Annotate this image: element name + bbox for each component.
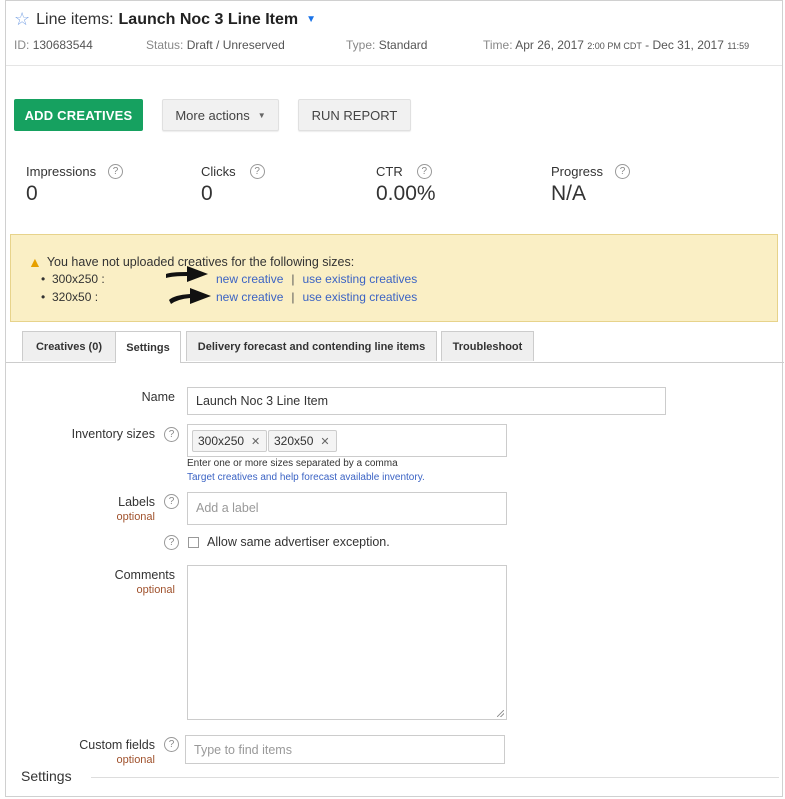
id-meta: ID: 130683544 xyxy=(14,38,93,52)
help-icon[interactable]: ? xyxy=(164,427,179,442)
type-label: Type: xyxy=(346,38,376,52)
page-title[interactable]: Launch Noc 3 Line Item xyxy=(119,11,299,29)
tab-troubleshoot[interactable]: Troubleshoot xyxy=(441,331,534,361)
id-value: 130683544 xyxy=(32,38,93,52)
comments-textarea[interactable] xyxy=(187,565,507,720)
help-icon[interactable]: ? xyxy=(416,164,432,179)
help-icon[interactable]: ? xyxy=(164,535,179,550)
section-divider xyxy=(91,777,779,778)
missing-size-row: • 300x250 : xyxy=(41,272,105,286)
labels-placeholder: Add a label xyxy=(196,501,259,515)
missing-size-row: • 320x50 : xyxy=(41,290,99,304)
add-creatives-button[interactable]: ADD CREATIVES xyxy=(14,99,143,131)
caret-down-icon[interactable]: ▼ xyxy=(306,14,316,25)
line-item-panel: ☆ Line items: Launch Noc 3 Line Item ▼ I… xyxy=(5,0,784,797)
id-label: ID: xyxy=(14,38,30,52)
time-start-date: Apr 26, 2017 xyxy=(515,38,584,52)
help-icon[interactable]: ? xyxy=(249,164,265,179)
settings-section-heading: Settings xyxy=(21,768,72,784)
tab-settings[interactable]: Settings xyxy=(115,331,181,363)
inventory-help-link[interactable]: Target creatives and help forecast avail… xyxy=(187,472,425,483)
use-existing-creatives-link[interactable]: use existing creatives xyxy=(303,290,418,304)
inventory-sizes-input[interactable]: 300x250 ✕ 320x50 ✕ xyxy=(187,424,507,457)
help-icon[interactable]: ? xyxy=(108,164,124,179)
inventory-sizes-label: Inventory sizes xyxy=(71,427,155,441)
name-input[interactable]: Launch Noc 3 Line Item xyxy=(187,387,666,415)
optional-hint: optional xyxy=(116,754,155,766)
new-creative-link[interactable]: new creative xyxy=(216,272,283,286)
new-creative-link[interactable]: new creative xyxy=(216,290,283,304)
close-icon[interactable]: ✕ xyxy=(320,435,329,448)
time-label: Time: xyxy=(483,38,513,52)
allow-exception-label[interactable]: Allow same advertiser exception. xyxy=(207,535,390,549)
size-chip-label: 320x50 xyxy=(274,434,314,448)
status-value: Draft / Unreserved xyxy=(186,38,285,52)
help-icon[interactable]: ? xyxy=(164,494,179,509)
stat-ctr: CTR? 0.00% xyxy=(376,164,436,206)
comments-label: Comments xyxy=(114,568,175,582)
caret-down-icon: ▼ xyxy=(257,110,266,120)
link-separator: | xyxy=(291,272,295,286)
missing-creatives-warning: ▲ You have not uploaded creatives for th… xyxy=(10,234,778,322)
arrow-right-icon xyxy=(169,288,211,304)
status-label: Status: xyxy=(146,38,184,52)
size-chip: 300x250 ✕ xyxy=(192,430,268,452)
size-label: 300x250 : xyxy=(52,272,105,286)
help-icon[interactable]: ? xyxy=(164,737,179,752)
close-icon[interactable]: ✕ xyxy=(251,435,260,448)
optional-hint: optional xyxy=(136,584,175,596)
size-chip-label: 300x250 xyxy=(198,434,245,448)
size-label: 320x50 : xyxy=(52,290,99,304)
allow-exception-checkbox[interactable] xyxy=(188,537,199,548)
star-icon[interactable]: ☆ xyxy=(14,9,30,30)
run-report-button[interactable]: RUN REPORT xyxy=(298,99,411,131)
more-actions-button[interactable]: More actions ▼ xyxy=(162,99,279,131)
stat-value: 0.00% xyxy=(376,182,436,205)
stat-label: Progress xyxy=(551,164,604,179)
stat-label: Clicks xyxy=(201,164,236,179)
page-title-prefix: Line items: xyxy=(36,10,114,28)
more-actions-label: More actions xyxy=(175,107,250,123)
time-end-clock: 11:59 xyxy=(727,41,750,51)
resize-handle[interactable] xyxy=(497,710,504,717)
inventory-hint: Enter one or more sizes separated by a c… xyxy=(187,458,398,469)
stat-label: CTR xyxy=(376,164,403,179)
type-meta: Type: Standard xyxy=(346,38,427,52)
link-separator: | xyxy=(291,290,295,304)
stat-value: 0 xyxy=(201,182,213,205)
stat-impressions: Impressions? 0 xyxy=(26,164,124,206)
time-meta: Time: Apr 26, 2017 2:00 PM CDT - Dec 31,… xyxy=(483,38,749,52)
stat-value: N/A xyxy=(551,182,587,205)
use-existing-creatives-link[interactable]: use existing creatives xyxy=(303,272,418,286)
type-value: Standard xyxy=(378,38,428,52)
stat-label: Impressions xyxy=(26,164,97,179)
line-item-tabs: Creatives (0) Settings Delivery forecast… xyxy=(6,331,784,363)
custom-fields-input[interactable]: Type to find items xyxy=(185,735,505,764)
time-separator: - xyxy=(645,38,650,52)
stat-clicks: Clicks? 0 xyxy=(201,164,265,206)
custom-fields-placeholder: Type to find items xyxy=(194,743,292,757)
time-end-date: Dec 31, 2017 xyxy=(652,38,724,52)
warning-triangle-icon: ▲ xyxy=(28,254,42,270)
stat-progress: Progress? N/A xyxy=(551,164,631,206)
help-icon[interactable]: ? xyxy=(615,164,631,179)
status-meta: Status: Draft / Unreserved xyxy=(146,38,285,52)
tab-creatives[interactable]: Creatives (0) xyxy=(22,331,116,361)
stat-value: 0 xyxy=(26,182,38,205)
header-divider xyxy=(6,65,782,66)
custom-fields-label: Custom fields xyxy=(79,738,155,752)
labels-label: Labels xyxy=(118,495,155,509)
size-chip: 320x50 ✕ xyxy=(268,430,337,452)
time-start-clock: 2:00 PM CDT xyxy=(587,41,642,51)
optional-hint: optional xyxy=(116,511,155,523)
name-label: Name xyxy=(141,390,175,404)
arrow-right-icon xyxy=(166,266,208,282)
labels-input[interactable]: Add a label xyxy=(187,492,507,525)
size-actions: new creative | use existing creatives xyxy=(216,272,417,286)
tab-delivery-forecast[interactable]: Delivery forecast and contending line it… xyxy=(186,331,437,361)
page-header: ☆ Line items: Launch Noc 3 Line Item ▼ xyxy=(14,9,316,30)
size-actions: new creative | use existing creatives xyxy=(216,290,417,304)
